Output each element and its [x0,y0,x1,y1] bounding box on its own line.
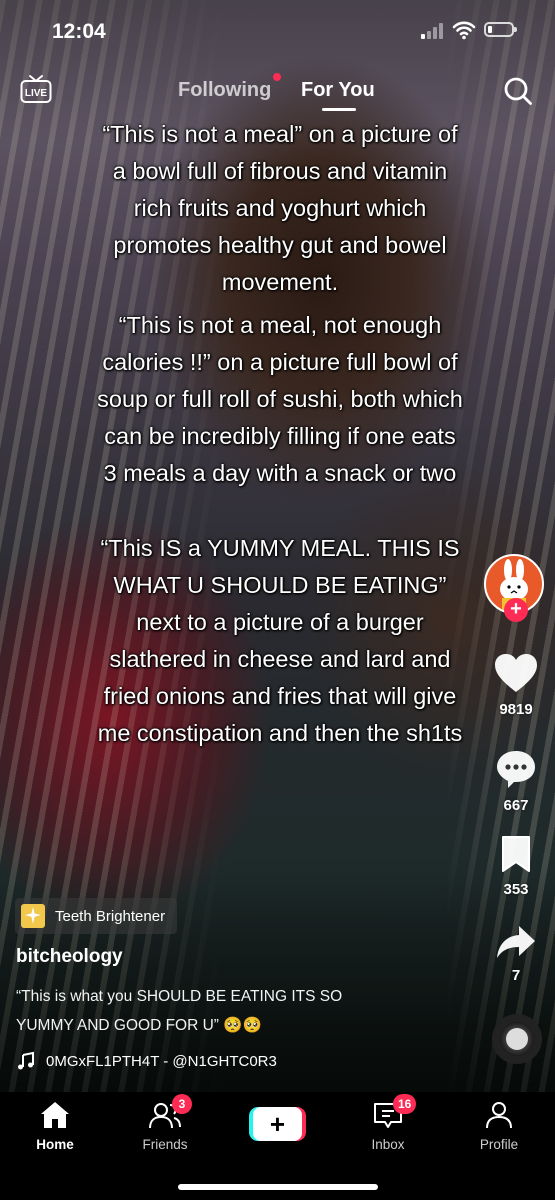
like-button[interactable]: 9819 [480,652,552,718]
tab-for-you[interactable]: For You [301,79,375,102]
share-count: 7 [511,967,521,984]
search-icon[interactable] [503,76,533,106]
nav-inbox[interactable]: 16 Inbox [343,1094,433,1152]
share-arrow-icon [497,926,535,958]
create-plus-icon: + [253,1107,302,1141]
inbox-badge: 16 [393,1094,417,1114]
profile-icon [486,1102,512,1129]
nav-friends[interactable]: 3 Friends [120,1094,210,1152]
overlay-paragraph: “This is not a meal” on a picture of a b… [102,121,458,295]
music-note-icon [18,1051,34,1070]
effect-tag[interactable]: Teeth Brightener [15,898,178,934]
sound-disc-cover [506,1028,528,1050]
post-caption: “This is what you SHOULD BE EATING ITS S… [16,988,343,1034]
bookmark-icon [502,836,530,872]
active-tab-indicator [322,108,356,111]
nav-inbox-label: Inbox [371,1137,405,1152]
following-notification-dot [273,73,281,81]
bookmark-count: 353 [503,881,529,898]
status-bar: 12:04 [0,0,555,64]
nav-profile[interactable]: Profile [454,1100,544,1152]
sound-row[interactable]: 0MGxFL1PTH4T - @N1GHTC0R3 [16,1051,277,1071]
live-label: LIVE [25,88,48,99]
follow-button[interactable]: + [504,598,528,622]
overlay-paragraph: “This IS a YUMMY MEAL. THIS IS WHAT U SH… [97,535,463,746]
comment-button[interactable]: 667 [480,748,552,814]
nav-profile-label: Profile [479,1137,519,1152]
cellular-signal-icon [421,22,445,39]
friends-badge: 3 [172,1094,192,1114]
creator-username[interactable]: bitcheology [16,946,123,968]
live-icon[interactable]: LIVE [20,74,52,104]
home-icon [41,1102,69,1128]
create-video-button[interactable]: + [249,1107,306,1141]
sound-disc[interactable] [492,1014,542,1064]
share-button[interactable]: 7 [480,924,552,984]
like-count: 9819 [499,701,533,718]
heart-icon [495,654,537,692]
effect-label: Teeth Brightener [55,907,166,925]
wifi-icon [452,21,476,40]
video-overlay-text: “This is not a meal” on a picture of a b… [95,116,465,752]
comment-icon [497,751,535,788]
sparkle-effect-icon [21,904,45,928]
tab-following[interactable]: Following [178,79,271,102]
nav-home[interactable]: Home [10,1100,100,1152]
status-time: 12:04 [52,20,106,43]
overlay-paragraph: “This is not a meal, not enough calories… [97,312,463,486]
home-indicator [178,1184,378,1190]
sound-name: 0MGxFL1PTH4T - @N1GHTC0R3 [46,1052,277,1070]
nav-home-label: Home [36,1137,74,1152]
comment-count: 667 [503,797,529,814]
bookmark-button[interactable]: 353 [480,834,552,898]
battery-icon [484,22,517,37]
nav-friends-label: Friends [142,1137,188,1152]
